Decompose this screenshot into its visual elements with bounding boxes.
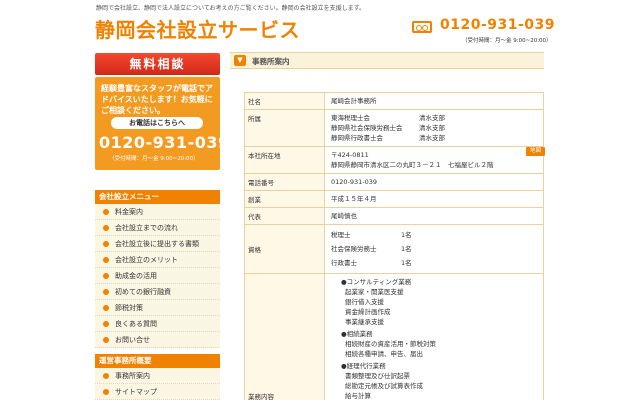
row-value-business: ●コンサルティング業務 起業家・開業医支援 銀行借入支援 資金繰計画作成 事業継承支援 ●… [324,273,544,400]
row-label-representative: 代表 [244,207,325,225]
row-value-tel: 0120-931-039 [324,173,544,191]
row-value-affiliation: 東海税理士会 清水支部 静岡県社会保険労務士会 清水支部 静岡県行政書士会 清水支部 [324,109,544,147]
table-row: 所属 東海税理士会 清水支部 静岡県社会保険労務士会 清水支部 静岡県行政書士会 清水… [244,109,544,147]
office-info-table: 社名 尾崎会計事務所 所属 東海税理士会 清水支部 静岡県社会保険労務士会 清水支部… [244,92,545,400]
business-item: 総勘定元帳及び試算表作成 [345,382,423,390]
business-item: 起業家・開業医支援 [345,288,404,296]
phone-promo-banner[interactable]: 経験豊富なスタッフが電話でアドバイスいたします！お気軽にご相談ください。 お電話… [95,77,229,170]
menu-heading-company-setup: 会社設立メニュー [95,190,220,204]
row-value-name: 尾崎会計事務所 [324,92,544,110]
table-row: 社名 尾崎会計事務所 [244,92,544,110]
business-item: 相続財産の資産活用・節税対策 [345,340,436,348]
table-row: 代表 尾崎慎也 [244,207,544,225]
menu-item-sitemap[interactable]: サイトマップ [95,384,220,400]
menu-item-documents[interactable]: 会社設立後に提出する書類 [95,236,220,252]
row-value-address: 〒424-0811 静岡県静岡市清水区二の丸町３－２１ 七福屋ビル２階 地図 [324,146,545,174]
promo-call-button[interactable]: お電話はこちらへ [111,117,203,129]
site-logo[interactable]: 静岡会社設立サービス [95,14,300,43]
row-label-name: 社名 [244,92,325,110]
company-setup-menu: 料金案内 会社設立までの流れ 会社設立後に提出する書類 会社設立のメリット 助成… [95,204,220,348]
promo-hours: （受付時間：月～金 9:00~20:00） [109,156,199,162]
menu-item-office-info[interactable]: 事務所案内 [95,368,220,384]
menu-item-flow[interactable]: 会社設立までの流れ [95,220,220,236]
menu-item-tax-saving[interactable]: 節税対策 [95,300,220,316]
business-item: 書類整理及び仕訳起票 [345,372,410,380]
chevron-down-icon: ▼ [234,55,246,66]
header-hours: （受付時間：月～金 9:00~20:00） [462,38,552,44]
row-label-tel: 電話番号 [244,173,325,191]
business-item: ●相続業務 [341,330,373,338]
business-item: ●経理代行業務 [341,362,386,370]
business-item: 給与計算 [345,392,371,400]
phone-icon [412,21,432,33]
row-value-qualifications: 税理士 1名 社会保険労務士 1名 行政書士 1名 [324,224,544,274]
row-label-affiliation: 所属 [244,109,325,147]
main-content: ▼ 事務所案内 社名 尾崎会計事務所 所属 東海税理士会 清水支部 静岡県社会保険… [230,52,545,400]
promo-tel: 0120-931-039 [99,133,230,152]
office-menu: 事務所案内 サイトマップ [95,368,220,400]
page-title: 事務所案内 [252,57,290,66]
site-tagline: 静岡で会社設立、静岡で法人設立についてお考えの方ご覧ください。静岡の会社設立を支… [96,5,366,12]
menu-item-pricing[interactable]: 料金案内 [95,204,220,220]
free-consult-banner[interactable]: 無料相談 [95,53,220,75]
promo-text: 経験豊富なスタッフが電話でアドバイスいたします！お気軽にご相談ください。 [101,84,213,115]
sidebar: 無料相談 経験豊富なスタッフが電話でアドバイスいたします！お気軽にご相談ください… [95,53,229,400]
row-value-founded: 平成１５年４月 [324,190,544,208]
business-item: 資金繰計画作成 [345,308,391,316]
menu-item-faq[interactable]: 良くある質問 [95,316,220,332]
table-row: 資格 税理士 1名 社会保険労務士 1名 行政書士 1名 [244,224,544,274]
table-row: 電話番号 0120-931-039 [244,173,544,191]
menu-item-merits[interactable]: 会社設立のメリット [95,252,220,268]
business-item: 銀行借入支援 [345,298,384,306]
table-row: 創業 平成１５年４月 [244,190,544,208]
table-row: 業務内容 ●コンサルティング業務 起業家・開業医支援 銀行借入支援 資金繰計画作成 事業… [244,273,544,400]
map-button[interactable]: 地図 [525,147,545,156]
menu-item-subsidies[interactable]: 助成金の活用 [95,268,220,284]
menu-item-bank-loan[interactable]: 初めての銀行融資 [95,284,220,300]
menu-item-contact[interactable]: お問い合せ [95,332,220,348]
business-item: 事業継承支援 [345,318,384,326]
table-row: 本社所在地 〒424-0811 静岡県静岡市清水区二の丸町３－２１ 七福屋ビル２… [244,146,545,174]
business-item: 相続各種申請、申告、届出 [345,350,423,358]
menu-heading-office: 運営事務所概要 [95,354,220,368]
header-phone-block: 0120-931-039 （受付時間：月～金 9:00~20:00） [410,15,555,45]
row-value-representative: 尾崎慎也 [324,207,544,225]
header-tel: 0120-931-039 [440,17,556,33]
section-header: ▼ 事務所案内 [230,52,544,69]
row-label-address: 本社所在地 [244,146,325,174]
row-label-qualifications: 資格 [244,224,325,274]
row-label-business: 業務内容 [244,273,325,400]
row-label-founded: 創業 [244,190,325,208]
business-item: ●コンサルティング業務 [341,278,412,286]
